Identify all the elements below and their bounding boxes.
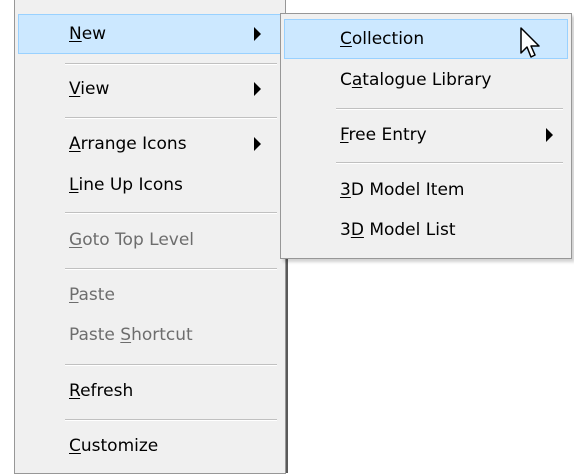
menu-item-line-up-icons[interactable]: Line Up Icons (18, 165, 282, 205)
menu-separator (65, 212, 277, 214)
menu-item-view[interactable]: View (18, 69, 282, 109)
menu-item-customize-label: Customize (69, 436, 159, 456)
menu-item-customize[interactable]: Customize (18, 426, 282, 466)
submenu-item-3d-model-item-label: 3D Model Item (340, 180, 465, 200)
menu-item-view-label: View (69, 79, 110, 99)
arrow-right-icon (546, 128, 553, 142)
submenu-item-free-entry-label: Free Entry (340, 125, 427, 145)
menu-item-paste: Paste (18, 275, 282, 315)
menu-separator (336, 108, 563, 110)
menu-item-refresh-label: Refresh (69, 381, 134, 401)
context-menu: New View Arrange Icons Line Up Icons Got… (14, 0, 286, 474)
menu-separator (65, 364, 277, 366)
arrow-right-icon (254, 27, 261, 41)
menu-separator (336, 162, 563, 164)
menu-item-refresh[interactable]: Refresh (18, 371, 282, 411)
submenu-item-3d-model-list-label: 3D Model List (340, 220, 456, 240)
submenu-item-catalogue-library[interactable]: Catalogue Library (284, 60, 568, 100)
menu-item-goto-top-level: Goto Top Level (18, 220, 282, 260)
menu-item-line-up-icons-label: Line Up Icons (69, 175, 183, 195)
menu-item-paste-shortcut-label: Paste Shortcut (69, 325, 193, 345)
arrow-right-icon (254, 137, 261, 151)
submenu-item-collection-label: Collection (340, 29, 425, 49)
mouse-pointer-icon (520, 27, 540, 58)
menu-item-new[interactable]: New (18, 14, 282, 54)
arrow-right-icon (254, 82, 261, 96)
menu-item-arrange-icons[interactable]: Arrange Icons (18, 124, 282, 164)
submenu-item-catalogue-library-label: Catalogue Library (340, 70, 492, 90)
menu-item-goto-top-level-label: Goto Top Level (69, 230, 195, 250)
window-divider (286, 259, 288, 473)
menu-item-paste-shortcut: Paste Shortcut (18, 315, 282, 355)
menu-separator (65, 63, 277, 65)
menu-separator (65, 419, 277, 421)
submenu-item-3d-model-list[interactable]: 3D Model List (284, 210, 568, 250)
menu-item-arrange-icons-label: Arrange Icons (69, 134, 187, 154)
submenu-item-3d-model-item[interactable]: 3D Model Item (284, 170, 568, 210)
menu-separator (65, 117, 277, 119)
menu-item-paste-label: Paste (69, 285, 115, 305)
submenu-item-free-entry[interactable]: Free Entry (284, 115, 568, 155)
menu-separator (65, 268, 277, 270)
menu-item-new-label: New (69, 24, 107, 44)
